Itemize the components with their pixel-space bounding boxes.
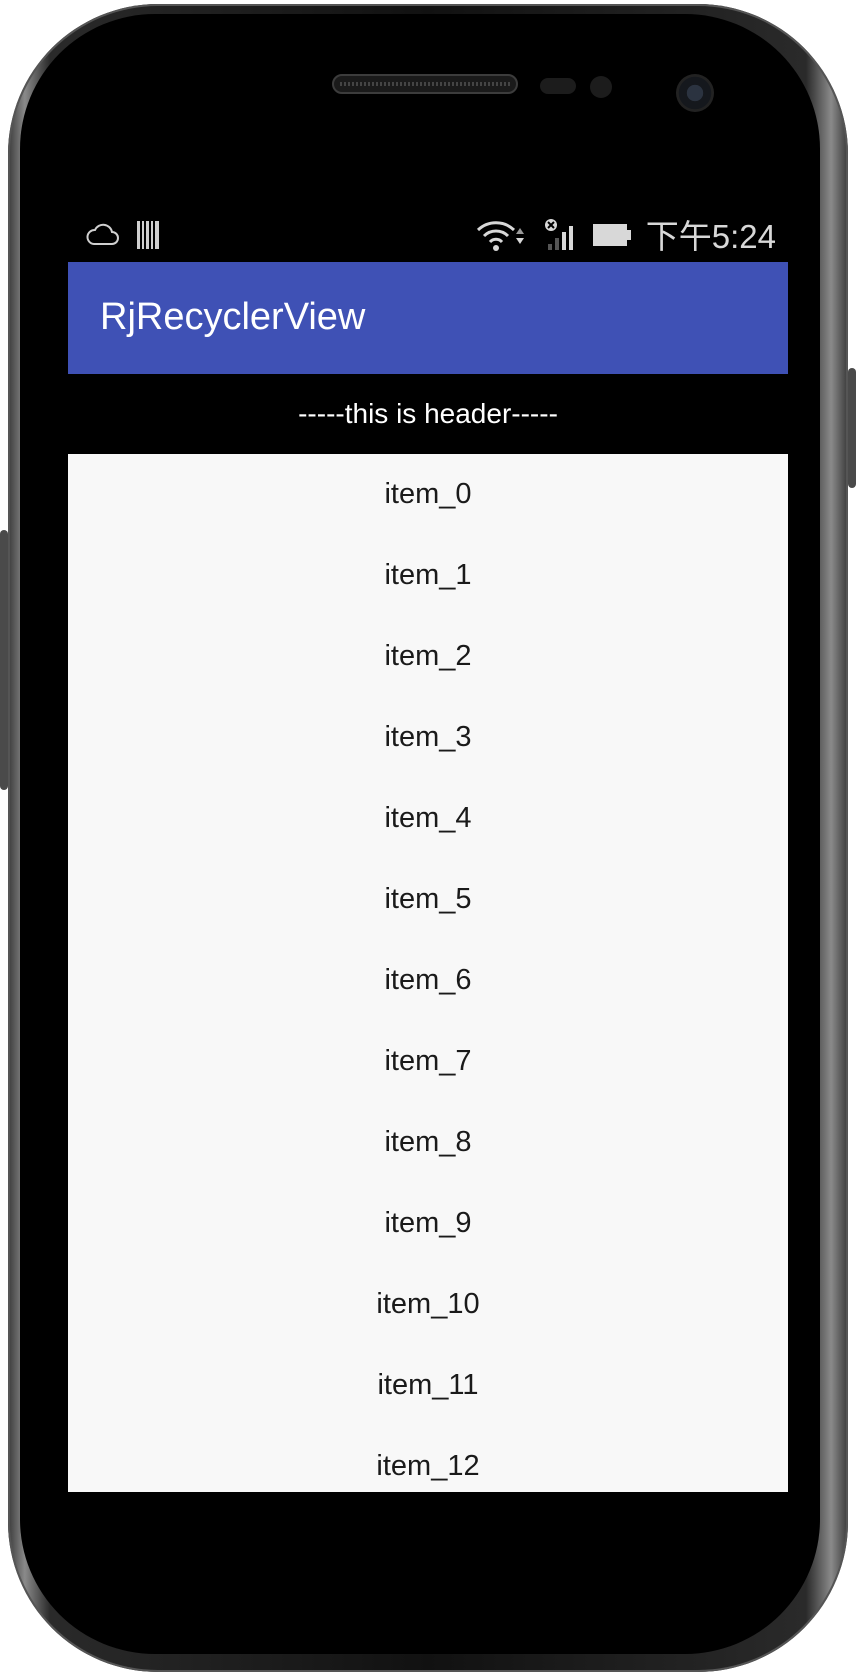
recycler-list[interactable]: item_0 item_1 item_2 item_3 item_4 item_… bbox=[68, 454, 788, 1492]
device-screen: 下午5:24 RjRecyclerView -----this is heade… bbox=[68, 212, 788, 1492]
list-item-label: item_3 bbox=[384, 721, 472, 753]
list-item-label: item_8 bbox=[384, 1126, 472, 1158]
list-item[interactable]: item_0 bbox=[68, 454, 788, 535]
no-sim-signal-icon bbox=[544, 218, 578, 256]
list-item[interactable]: item_5 bbox=[68, 859, 788, 940]
list-item[interactable]: item_4 bbox=[68, 778, 788, 859]
list-item[interactable]: item_3 bbox=[68, 697, 788, 778]
list-item[interactable]: item_9 bbox=[68, 1183, 788, 1264]
status-left-icons bbox=[86, 220, 162, 254]
list-item[interactable]: item_7 bbox=[68, 1021, 788, 1102]
status-right-icons: 下午5:24 bbox=[476, 218, 776, 256]
status-time: 下午5:24 bbox=[645, 218, 776, 255]
earpiece-speaker bbox=[332, 74, 518, 94]
power-button bbox=[848, 368, 856, 488]
list-item-label: item_12 bbox=[376, 1450, 480, 1482]
front-camera-icon bbox=[676, 74, 714, 112]
app-title: RjRecyclerView bbox=[100, 296, 366, 338]
list-item-label: item_7 bbox=[384, 1045, 472, 1077]
list-item-label: item_11 bbox=[377, 1369, 479, 1401]
list-item[interactable]: item_12 bbox=[68, 1426, 788, 1492]
list-item-label: item_5 bbox=[384, 883, 472, 915]
volume-button bbox=[0, 530, 8, 790]
list-item[interactable]: item_10 bbox=[68, 1264, 788, 1345]
barcode-icon bbox=[136, 220, 162, 254]
list-item[interactable]: item_1 bbox=[68, 535, 788, 616]
list-item-label: item_0 bbox=[384, 478, 472, 510]
list-item-label: item_2 bbox=[384, 640, 472, 672]
list-item-label: item_1 bbox=[384, 559, 472, 591]
light-sensor bbox=[590, 76, 612, 98]
app-bar: RjRecyclerView bbox=[68, 262, 788, 374]
list-item-label: item_10 bbox=[376, 1288, 480, 1320]
wifi-icon bbox=[476, 218, 530, 256]
list-item[interactable]: item_6 bbox=[68, 940, 788, 1021]
list-item-label: item_6 bbox=[384, 964, 472, 996]
status-bar: 下午5:24 bbox=[68, 212, 788, 262]
list-header: -----this is header----- bbox=[68, 374, 788, 454]
proximity-sensor bbox=[540, 78, 576, 94]
list-header-text: -----this is header----- bbox=[298, 398, 558, 429]
cloud-icon bbox=[86, 222, 120, 252]
list-item-label: item_4 bbox=[384, 802, 472, 834]
battery-icon bbox=[592, 222, 632, 252]
list-item[interactable]: item_11 bbox=[68, 1345, 788, 1426]
list-item-label: item_9 bbox=[384, 1207, 472, 1239]
list-item[interactable]: item_2 bbox=[68, 616, 788, 697]
list-item[interactable]: item_8 bbox=[68, 1102, 788, 1183]
